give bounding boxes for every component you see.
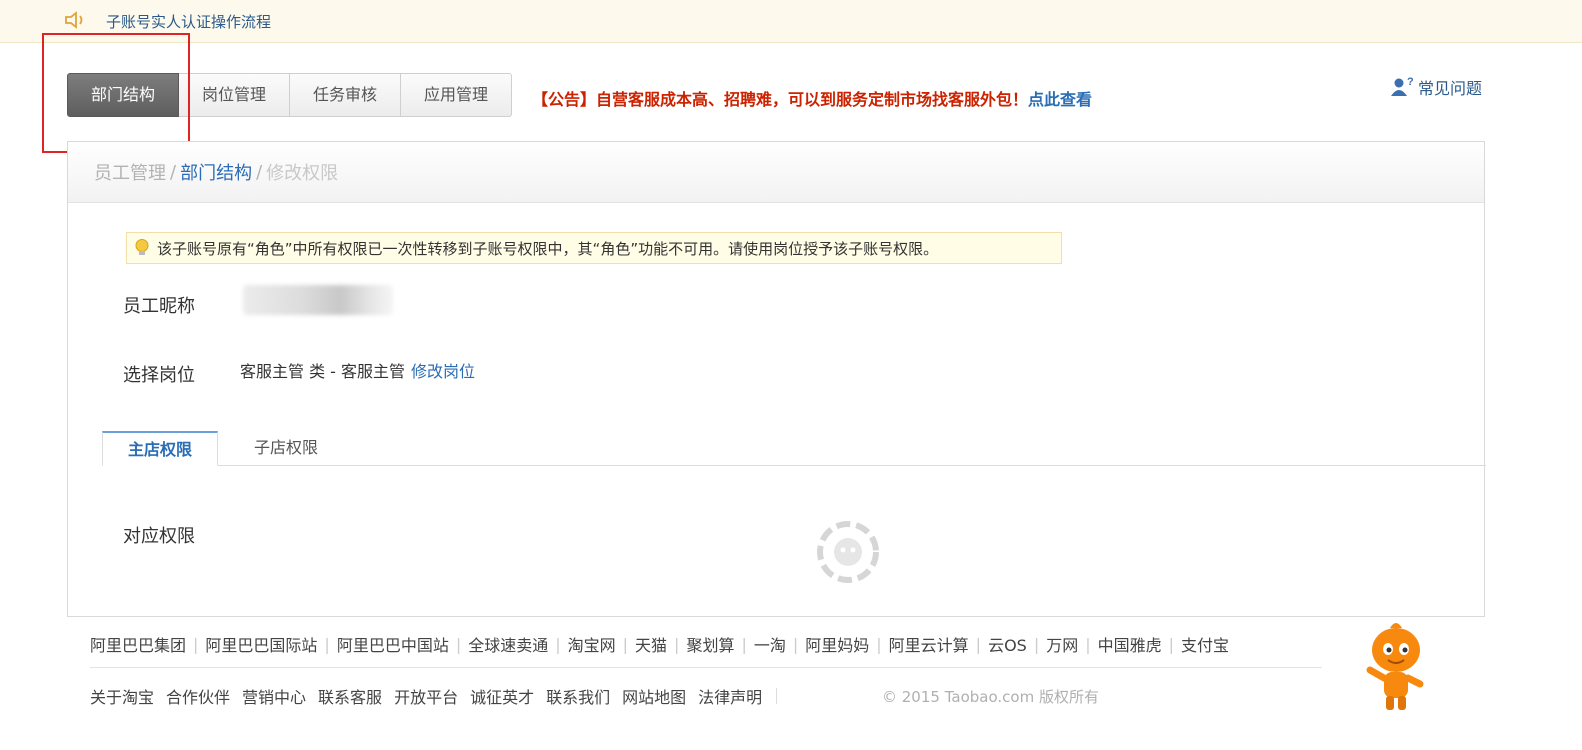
announcement-link[interactable]: 点此查看 — [1028, 90, 1092, 109]
position-value: 客服主管 类 - 客服主管 修改岗位 — [240, 358, 475, 382]
footer-link[interactable]: 法律声明 — [698, 684, 762, 708]
footer-links-primary: 阿里巴巴集团 | 阿里巴巴国际站 | 阿里巴巴中国站 | 全球速卖通 | 淘宝网 | 天猫… — [90, 632, 1229, 656]
tab-app-management[interactable]: 应用管理 — [401, 73, 513, 117]
main-panel: 员工管理 / 部门结构 / 修改权限 该子账号原有“角色”中所有权限已一次性转移… — [67, 141, 1486, 617]
tab-sub-store-permissions[interactable]: 子店权限 — [226, 431, 346, 465]
permission-tabs: 主店权限 子店权限 — [102, 431, 1486, 466]
copyright: © 2015 Taobao.com 版权所有 — [882, 688, 1099, 706]
breadcrumb-separator: / — [256, 161, 263, 183]
footer-link[interactable]: 营销中心 — [242, 684, 306, 708]
position-value-text: 客服主管 类 - 客服主管 — [240, 362, 406, 381]
footer-divider — [90, 667, 1322, 668]
tip-banner: 该子账号原有“角色”中所有权限已一次性转移到子账号权限中，其“角色”功能不可用。… — [126, 232, 1062, 264]
footer-link[interactable]: 中国雅虎 — [1098, 632, 1162, 656]
footer-link[interactable]: 合作伙伴 — [166, 684, 230, 708]
footer-link[interactable]: 阿里巴巴国际站 — [205, 632, 317, 656]
notice-bar: 子账号实人认证操作流程 — [0, 0, 1582, 43]
notice-link[interactable]: 子账号实人认证操作流程 — [106, 11, 271, 32]
faq-link[interactable]: ? 常见问题 — [1390, 75, 1482, 99]
footer-link[interactable]: 联系客服 — [318, 684, 382, 708]
footer-link[interactable]: 聚划算 — [686, 632, 734, 656]
footer-link[interactable]: 全球速卖通 — [468, 632, 548, 656]
taobao-mascot-icon — [1366, 623, 1424, 710]
highlight-annotation — [42, 33, 190, 153]
svg-text:?: ? — [1407, 76, 1414, 88]
tab-main-store-permissions[interactable]: 主店权限 — [102, 431, 218, 466]
footer-link[interactable]: 开放平台 — [394, 684, 458, 708]
footer-link[interactable]: 天猫 — [635, 632, 667, 656]
breadcrumb-employee-management[interactable]: 员工管理 — [94, 159, 166, 185]
loading-spinner-icon — [817, 521, 879, 583]
announcement-text: 【公告】自营客服成本高、招聘难，可以到服务定制市场找客服外包！ — [532, 90, 1029, 109]
speaker-icon — [65, 11, 83, 29]
footer-link[interactable]: 阿里妈妈 — [805, 632, 869, 656]
footer-link[interactable]: 联系我们 — [546, 684, 610, 708]
footer-link[interactable]: 云OS — [988, 632, 1027, 656]
change-position-link[interactable]: 修改岗位 — [411, 362, 475, 381]
footer-link[interactable]: 淘宝网 — [568, 632, 616, 656]
footer-link[interactable]: 一淘 — [754, 632, 786, 656]
footer-link[interactable]: 阿里云计算 — [889, 632, 969, 656]
announcement: 【公告】自营客服成本高、招聘难，可以到服务定制市场找客服外包！点此查看 — [532, 86, 1092, 110]
footer-link[interactable]: 关于淘宝 — [90, 684, 154, 708]
footer-link[interactable]: 阿里巴巴中国站 — [337, 632, 449, 656]
nickname-label: 员工昵称 — [123, 296, 195, 317]
footer-link[interactable]: 支付宝 — [1181, 632, 1229, 656]
faq-user-icon: ? — [1391, 76, 1414, 96]
footer-link[interactable]: 诚征英才 — [470, 684, 534, 708]
breadcrumb: 员工管理 / 部门结构 / 修改权限 — [68, 142, 1484, 203]
breadcrumb-separator: / — [170, 161, 177, 183]
tab-task-review[interactable]: 任务审核 — [290, 73, 402, 117]
permission-label: 对应权限 — [123, 526, 195, 547]
tab-position-management[interactable]: 岗位管理 — [179, 73, 291, 117]
footer-links-secondary: 关于淘宝 合作伙伴 营销中心 联系客服 开放平台 诚征英才 联系我们 网站地图 … — [90, 684, 778, 708]
position-label: 选择岗位 — [123, 365, 195, 386]
breadcrumb-department-structure[interactable]: 部门结构 — [180, 159, 252, 185]
footer-link[interactable]: 阿里巴巴集团 — [90, 632, 186, 656]
faq-label: 常见问题 — [1418, 79, 1483, 98]
nickname-value-blurred — [243, 285, 393, 315]
footer-separator — [776, 688, 778, 704]
footer-link[interactable]: 万网 — [1046, 632, 1078, 656]
tip-text: 该子账号原有“角色”中所有权限已一次性转移到子账号权限中，其“角色”功能不可用。… — [157, 239, 939, 258]
lightbulb-icon — [135, 239, 149, 255]
footer-link[interactable]: 网站地图 — [622, 684, 686, 708]
breadcrumb-edit-permissions: 修改权限 — [266, 163, 339, 184]
